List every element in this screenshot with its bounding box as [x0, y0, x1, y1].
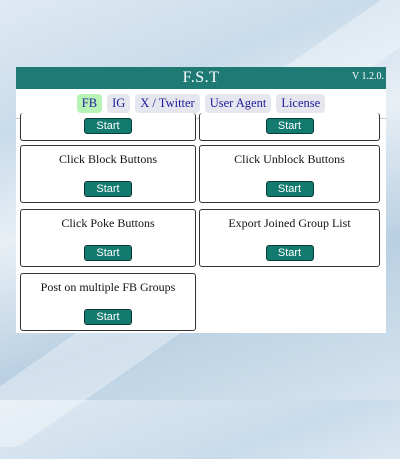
feature-label: Export Joined Group List	[228, 216, 351, 230]
tab-fb[interactable]: FB	[76, 94, 103, 113]
start-button[interactable]: Start	[84, 181, 132, 197]
start-button[interactable]: Start	[84, 309, 132, 325]
tab-license[interactable]: License	[276, 94, 326, 113]
feature-card-click-unblock: Click Unblock Buttons Start	[199, 145, 380, 203]
start-button[interactable]: Start	[84, 245, 132, 261]
feature-card-click-poke: Click Poke Buttons Start	[20, 209, 196, 267]
app-title: F.S.T	[182, 69, 220, 86]
feature-card-export-groups: Export Joined Group List Start	[199, 209, 380, 267]
start-button[interactable]: Start	[265, 118, 314, 134]
feature-card: Start	[199, 113, 380, 141]
header-bar: F.S.T V 1.2.0.	[16, 67, 386, 89]
tab-ig[interactable]: IG	[107, 94, 131, 113]
tab-x-twitter[interactable]: X / Twitter	[135, 94, 200, 113]
feature-label: Post on multiple FB Groups	[40, 280, 176, 294]
start-button[interactable]: Start	[265, 181, 314, 197]
start-button[interactable]: Start	[265, 245, 314, 261]
feature-label: Click Poke Buttons	[61, 216, 155, 230]
extension-popup: F.S.T V 1.2.0. FB IG X / Twitter User Ag…	[16, 67, 386, 333]
feature-card-post-groups: Post on multiple FB Groups Start	[20, 273, 196, 331]
feature-label: Click Block Buttons	[58, 152, 157, 166]
tab-user-agent[interactable]: User Agent	[204, 94, 272, 113]
version-label: V 1.2.0.	[351, 71, 384, 82]
start-button[interactable]: Start	[84, 118, 132, 134]
feature-card: Start	[20, 113, 196, 141]
feature-card-click-block: Click Block Buttons Start	[20, 145, 196, 203]
feature-label: Click Unblock Buttons	[234, 152, 345, 166]
